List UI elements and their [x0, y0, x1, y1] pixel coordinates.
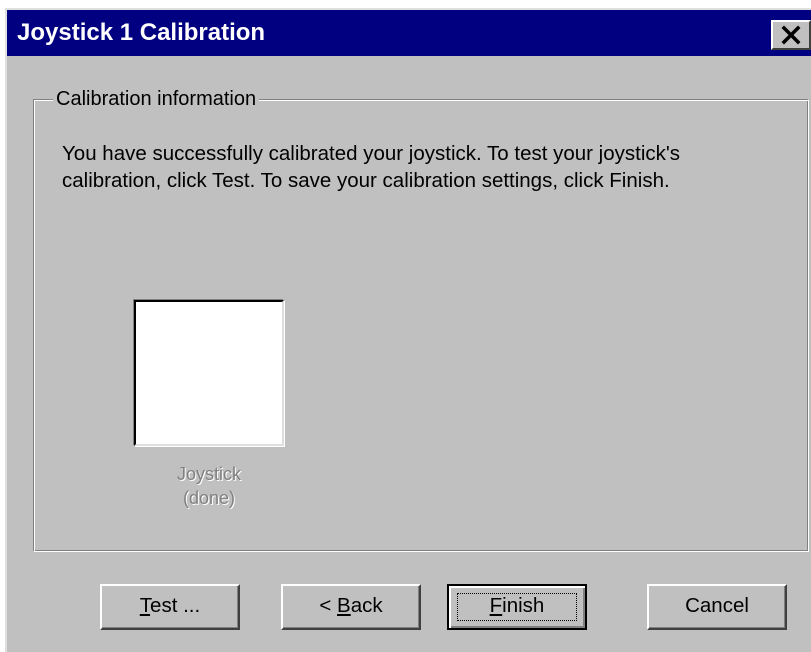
joystick-label-name: Joystick [176, 464, 241, 484]
calibration-dialog: Joystick 1 Calibration Calibration infor… [5, 8, 811, 652]
joystick-status-label: Joystick (done) [134, 462, 284, 510]
joystick-label-status: (done) [182, 488, 236, 508]
cancel-button[interactable]: Cancel [647, 584, 787, 630]
finish-button[interactable]: Finish [447, 584, 587, 630]
joystick-position-display [134, 300, 284, 446]
back-button[interactable]: < Back [281, 584, 421, 630]
test-button-mnemonic: T [139, 594, 151, 617]
back-button-prefix: < [319, 594, 338, 617]
test-button[interactable]: Test ... [100, 584, 240, 630]
close-x-icon [781, 25, 801, 45]
finish-button-mnemonic: F [489, 594, 503, 617]
finish-button-label: inish [502, 594, 545, 617]
back-button-label: ack [350, 594, 383, 617]
cancel-button-label: Cancel [685, 594, 749, 617]
window-title: Joystick 1 Calibration [17, 19, 266, 46]
back-button-mnemonic: B [337, 594, 351, 617]
title-bar[interactable]: Joystick 1 Calibration [7, 10, 811, 56]
calibration-message: You have successfully calibrated your jo… [62, 142, 681, 192]
close-button[interactable] [771, 20, 811, 50]
test-button-label: est ... [150, 594, 201, 617]
groupbox-label: Calibration information [53, 86, 260, 112]
